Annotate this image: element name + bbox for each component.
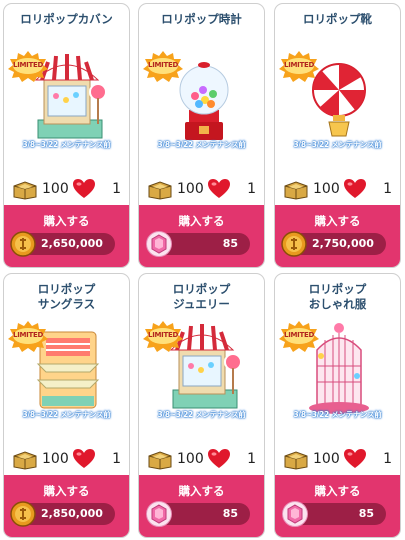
limited-badge-label: LIMITED [148,331,178,339]
stat-value: 100 [313,451,340,467]
price-pill: 85 [146,231,250,257]
item-stats: 100 1 [10,176,121,202]
buy-label: 購入する [43,484,90,498]
heart-value: 1 [112,451,121,467]
item-stats: 100 1 [281,446,392,472]
item-card[interactable]: ロリポップ ジュエリー LIMITED 3/8~3/22 メンテナンス前 100 [138,273,265,538]
heart-icon [208,449,230,468]
price-pill: 85 [282,501,386,527]
sale-period: 3/8~3/22 メンテナンス前 [157,140,246,149]
item-stats: 100 1 [281,176,392,202]
item-stats: 100 1 [10,446,121,472]
treasure-box-icon [284,181,308,200]
price-value: 85 [222,237,238,250]
limited-badge-label: LIMITED [13,331,43,339]
treasure-box-icon [13,181,37,200]
buy-label: 購入する [178,214,225,228]
heart-icon [208,179,230,198]
heart-value: 1 [247,181,256,197]
price-value: 85 [222,507,238,520]
item-grid: ロリポップカバン LIMITED 3/8~3/22 メンテナンス前 100 1 … [0,0,405,540]
stat-value: 100 [42,451,69,467]
heart-icon [73,179,95,198]
gem-icon [282,501,308,527]
treasure-box-icon [13,451,37,470]
treasure-box-icon [148,451,172,470]
buy-button[interactable]: 購入する 2,650,000 [4,205,129,267]
treasure-box-icon [284,451,308,470]
price-pill: 85 [146,501,250,527]
limited-badge-label: LIMITED [284,61,314,69]
limited-badge-label: LIMITED [284,331,314,339]
heart-value: 1 [383,451,392,467]
item-title: ロリポップ おしゃれ服 [308,282,367,311]
item-card[interactable]: ロリポップ時計 LIMITED 3/8~3/22 メンテナンス前 100 1 購… [138,3,265,268]
price-pill: 2,850,000 [10,501,115,527]
sale-period: 3/8~3/22 メンテナンス前 [157,410,246,419]
heart-icon [344,449,366,468]
sale-period: 3/8~3/22 メンテナンス前 [22,140,111,149]
buy-label: 購入する [178,484,225,498]
heart-value: 1 [383,181,392,197]
item-title: ロリポップ靴 [303,12,372,26]
buy-label: 購入する [314,484,361,498]
heart-icon [73,449,95,468]
item-card[interactable]: ロリポップカバン LIMITED 3/8~3/22 メンテナンス前 100 1 … [3,3,130,268]
stat-value: 100 [42,181,69,197]
stat-value: 100 [177,181,204,197]
buy-button[interactable]: 購入する 2,850,000 [4,475,129,537]
buy-button[interactable]: 購入する 85 [139,475,264,537]
coin-icon [10,501,36,527]
limited-badge-label: LIMITED [13,61,43,69]
sale-period: 3/8~3/22 メンテナンス前 [293,140,382,149]
item-card[interactable]: ロリポップ サングラス LIMITED 3/8~3/22 メンテナンス前 100 [3,273,130,538]
coin-icon [10,231,36,257]
price-value: 85 [358,507,374,520]
item-title: ロリポップ ジュエリー [172,282,231,311]
item-card[interactable]: ロリポップ おしゃれ服 LIMITED 3/8~3/22 メンテナンス前 100 [274,273,401,538]
gem-icon [146,231,172,257]
item-title: ロリポップカバン [20,12,113,26]
heart-value: 1 [112,181,121,197]
buy-label: 購入する [43,214,90,228]
stat-value: 100 [177,451,204,467]
coin-icon [281,231,307,257]
item-stats: 100 1 [145,446,256,472]
item-title: ロリポップ サングラス [37,282,96,311]
item-card[interactable]: ロリポップ靴 LIMITED 3/8~3/22 メンテナンス前 100 1 購入… [274,3,401,268]
gem-icon [146,501,172,527]
price-value: 2,850,000 [41,507,103,520]
price-pill: 2,750,000 [281,231,386,257]
limited-badge-label: LIMITED [148,61,178,69]
sale-period: 3/8~3/22 メンテナンス前 [22,410,111,419]
buy-button[interactable]: 購入する 85 [139,205,264,267]
price-value: 2,750,000 [312,237,374,250]
treasure-box-icon [148,181,172,200]
sale-period: 3/8~3/22 メンテナンス前 [293,410,382,419]
item-title: ロリポップ時計 [161,12,242,26]
buy-label: 購入する [314,214,361,228]
stat-value: 100 [313,181,340,197]
buy-button[interactable]: 購入する 85 [275,475,400,537]
buy-button[interactable]: 購入する 2,750,000 [275,205,400,267]
heart-icon [344,179,366,198]
item-stats: 100 1 [145,176,256,202]
price-value: 2,650,000 [41,237,103,250]
heart-value: 1 [247,451,256,467]
price-pill: 2,650,000 [10,231,115,257]
